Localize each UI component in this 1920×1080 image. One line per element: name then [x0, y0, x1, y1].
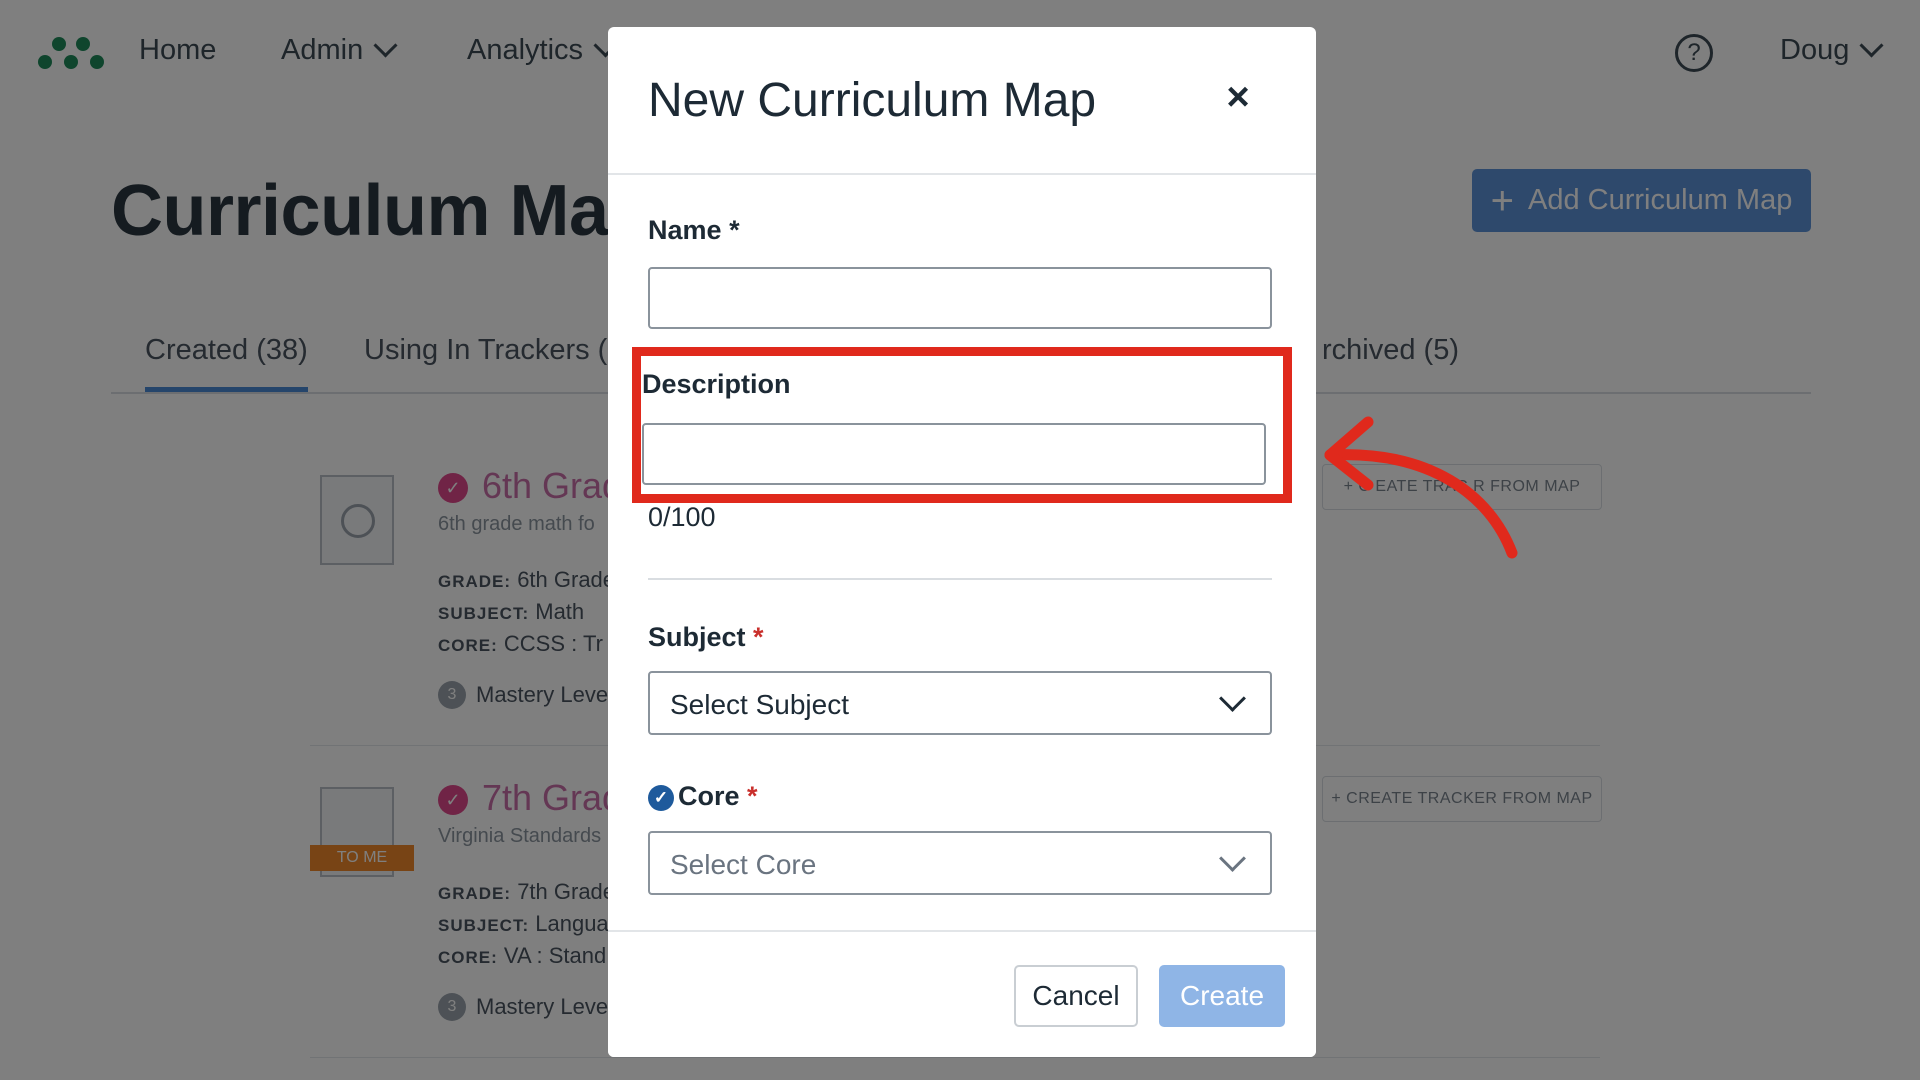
modal-title: New Curriculum Map: [648, 74, 1097, 127]
name-input[interactable]: [648, 267, 1272, 329]
subject-label: Subject *: [648, 622, 764, 652]
section-divider: [648, 578, 1272, 580]
subject-select[interactable]: Select Subject: [648, 671, 1272, 735]
subject-select-value: Select Subject: [670, 689, 849, 720]
chevron-down-icon: [1219, 685, 1246, 712]
modal-header: New Curriculum Map ×: [608, 27, 1316, 175]
cancel-button[interactable]: Cancel: [1014, 965, 1138, 1027]
description-input[interactable]: [642, 423, 1266, 485]
chevron-down-icon: [1219, 845, 1246, 872]
description-label: Description: [642, 369, 791, 399]
close-icon[interactable]: ×: [1222, 77, 1254, 117]
verified-check-icon: ✓: [648, 784, 674, 811]
core-select[interactable]: Select Core: [648, 831, 1272, 895]
modal-footer: Cancel Create: [608, 930, 1316, 1057]
new-curriculum-map-dialog: New Curriculum Map × Name * 0/100 Subjec…: [608, 27, 1316, 1057]
core-label: ✓ Core *: [648, 781, 758, 812]
core-select-value: Select Core: [670, 849, 817, 880]
description-highlight: Description: [632, 347, 1292, 503]
description-counter: 0/100: [648, 502, 716, 532]
name-label: Name *: [648, 215, 740, 245]
annotation-arrow-icon: [1324, 416, 1518, 559]
create-button[interactable]: Create: [1159, 965, 1285, 1027]
